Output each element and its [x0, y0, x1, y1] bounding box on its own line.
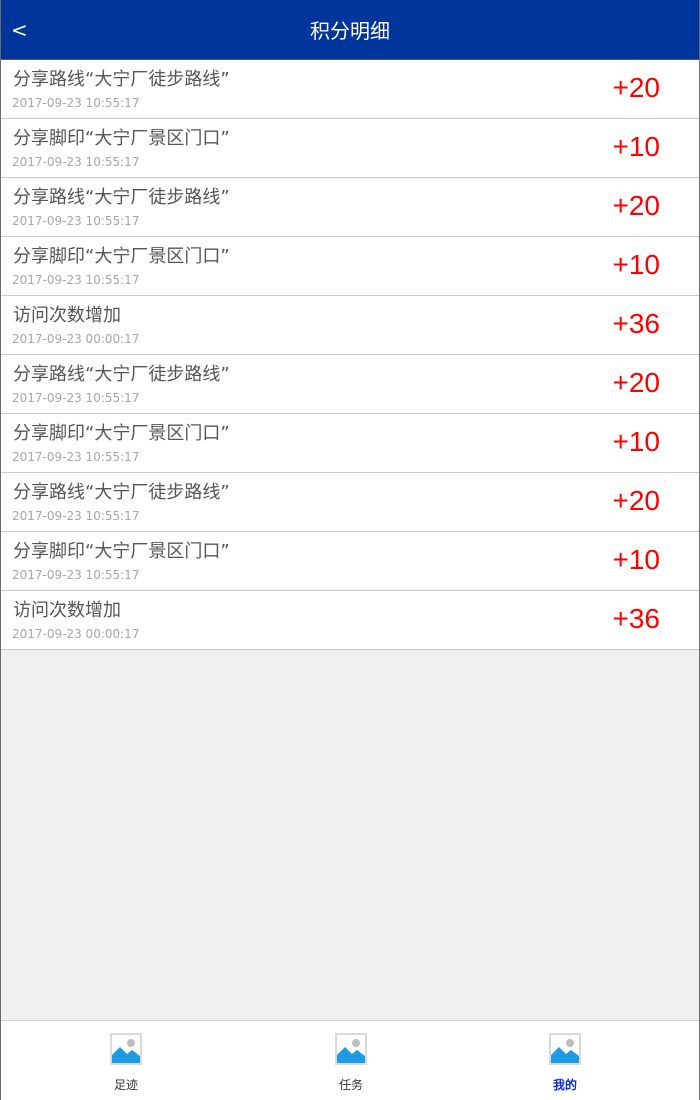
list-item[interactable]: 分享路线“大宁厂徒步路线” 2017-09-23 10:55:17 +20 — [1, 355, 699, 414]
tab-tasks[interactable]: 任务 — [301, 1021, 401, 1100]
list-item[interactable]: 分享脚印“大宁厂景区门口” 2017-09-23 10:55:17 +10 — [1, 414, 699, 473]
record-time: 2017-09-23 10:55:17 — [12, 509, 140, 523]
points-record-list: 分享路线“大宁厂徒步路线” 2017-09-23 10:55:17 +20 分享… — [1, 60, 699, 650]
top-nav-bar: < 积分明细 — [1, 0, 699, 60]
record-points: +20 — [612, 190, 661, 221]
bottom-tab-bar: 足迹 任务 我的 — [1, 1020, 699, 1100]
list-item[interactable]: 分享脚印“大宁厂景区门口” 2017-09-23 10:55:17 +10 — [1, 119, 699, 178]
record-points: +36 — [612, 603, 661, 634]
record-title: 分享路线“大宁厂徒步路线” — [13, 482, 230, 503]
image-placeholder-icon — [110, 1033, 142, 1065]
list-item[interactable]: 分享脚印“大宁厂景区门口” 2017-09-23 10:55:17 +10 — [1, 532, 699, 591]
record-time: 2017-09-23 10:55:17 — [12, 391, 140, 405]
record-time: 2017-09-23 10:55:17 — [12, 273, 140, 287]
record-points: +36 — [612, 308, 661, 339]
list-item[interactable]: 访问次数增加 2017-09-23 00:00:17 +36 — [1, 591, 699, 650]
list-item[interactable]: 分享脚印“大宁厂景区门口” 2017-09-23 10:55:17 +10 — [1, 237, 699, 296]
record-points: +20 — [612, 72, 661, 103]
record-points: +20 — [612, 367, 661, 398]
record-title: 分享脚印“大宁厂景区门口” — [13, 246, 230, 267]
record-title: 访问次数增加 — [13, 305, 121, 326]
record-title: 分享路线“大宁厂徒步路线” — [13, 364, 230, 385]
page-title: 积分明细 — [310, 19, 390, 43]
record-title: 分享脚印“大宁厂景区门口” — [13, 128, 230, 149]
record-title: 分享路线“大宁厂徒步路线” — [13, 69, 230, 90]
record-time: 2017-09-23 10:55:17 — [12, 214, 140, 228]
record-title: 分享脚印“大宁厂景区门口” — [13, 541, 230, 562]
record-time: 2017-09-23 00:00:17 — [12, 332, 140, 346]
image-placeholder-icon — [549, 1033, 581, 1065]
record-points: +10 — [612, 426, 661, 457]
list-item[interactable]: 访问次数增加 2017-09-23 00:00:17 +36 — [1, 296, 699, 355]
record-points: +10 — [612, 249, 661, 280]
record-points: +10 — [612, 544, 661, 575]
tab-label: 足迹 — [113, 1078, 138, 1092]
tab-mine[interactable]: 我的 — [515, 1021, 615, 1100]
record-title: 分享脚印“大宁厂景区门口” — [13, 423, 230, 444]
record-points: +20 — [612, 485, 661, 516]
list-item[interactable]: 分享路线“大宁厂徒步路线” 2017-09-23 10:55:17 +20 — [1, 60, 699, 119]
tab-label: 我的 — [552, 1078, 577, 1092]
list-item[interactable]: 分享路线“大宁厂徒步路线” 2017-09-23 10:55:17 +20 — [1, 178, 699, 237]
image-placeholder-icon — [335, 1033, 367, 1065]
record-time: 2017-09-23 00:00:17 — [12, 627, 140, 641]
list-item[interactable]: 分享路线“大宁厂徒步路线” 2017-09-23 10:55:17 +20 — [1, 473, 699, 532]
tab-label: 任务 — [338, 1078, 363, 1092]
tab-footprints[interactable]: 足迹 — [76, 1021, 176, 1100]
record-title: 访问次数增加 — [13, 600, 121, 621]
record-points: +10 — [612, 131, 661, 162]
record-time: 2017-09-23 10:55:17 — [12, 568, 140, 582]
record-time: 2017-09-23 10:55:17 — [12, 96, 140, 110]
record-time: 2017-09-23 10:55:17 — [12, 155, 140, 169]
record-title: 分享路线“大宁厂徒步路线” — [13, 187, 230, 208]
app-frame: < 积分明细 分享路线“大宁厂徒步路线” 2017-09-23 10:55:17… — [0, 0, 700, 1100]
record-time: 2017-09-23 10:55:17 — [12, 450, 140, 464]
